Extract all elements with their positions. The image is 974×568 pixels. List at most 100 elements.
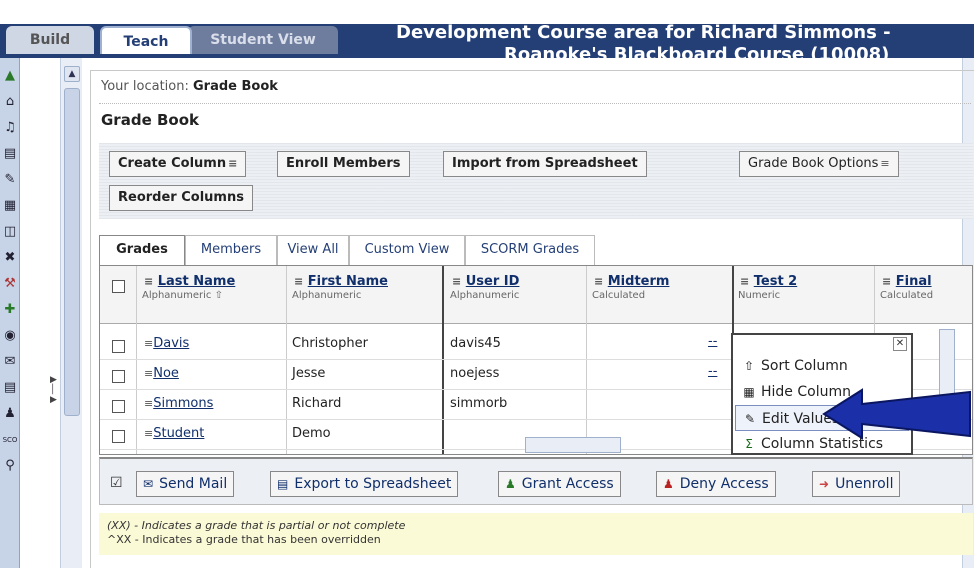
legend-partial: (XX) - Indicates a grade that is partial… [107, 519, 406, 532]
row-checkbox[interactable] [112, 430, 125, 443]
main-content: Your location: Grade Book Grade Book Cre… [90, 70, 974, 568]
top-strip [0, 0, 974, 24]
user-id-cell: davis45 [450, 336, 501, 351]
grade-book-options-button[interactable]: Grade Book Options ≡ [739, 151, 899, 177]
last-name-cell[interactable]: ≡Simmons [142, 396, 213, 411]
mail-icon[interactable]: ✉ [2, 354, 18, 370]
gradebook-toolbar: Create Column ≡ Enroll Members Import fro… [99, 143, 973, 219]
left-scrollbar[interactable]: ▲ [60, 58, 82, 568]
first-name-cell: Jesse [292, 366, 326, 381]
pointer-arrow-icon [822, 388, 971, 440]
deny-access-icon: ♟ [663, 477, 674, 491]
chevron-down-icon: ≡ [740, 275, 750, 288]
column-header-final[interactable]: ≡ Final Calculated [880, 274, 933, 301]
new-item-icon[interactable]: ✚ [2, 302, 18, 318]
discussion-icon[interactable]: ◫ [2, 224, 18, 240]
tab-custom-view[interactable]: Custom View [349, 235, 465, 265]
course-title: Development Course area for Richard Simm… [396, 22, 971, 58]
chevron-down-icon: ≡ [144, 367, 154, 380]
chevron-down-icon: ≡ [880, 157, 890, 170]
chevron-down-icon: ≡ [228, 157, 238, 170]
calendar-icon[interactable]: ▦ [2, 198, 18, 214]
grant-access-icon: ♟ [505, 477, 516, 491]
column-header-midterm[interactable]: ≡ Midterm Calculated [592, 274, 669, 301]
tab-scorm-grades[interactable]: SCORM Grades [465, 235, 595, 265]
user-id-cell: noejess [450, 366, 500, 381]
export-icon: ▤ [277, 477, 289, 491]
grid-horizontal-scrollbar[interactable] [525, 437, 621, 453]
last-name-cell[interactable]: ≡Davis [142, 336, 189, 351]
tab-view-all[interactable]: View All [277, 235, 349, 265]
column-header-test-2[interactable]: ≡ Test 2 Numeric [738, 274, 797, 301]
page-title: Grade Book [101, 111, 199, 129]
row-checkbox[interactable] [112, 340, 125, 353]
legend-overridden: ^XX - Indicates a grade that has been ov… [107, 533, 381, 546]
course-title-line1: Development Course area for Richard Simm… [396, 22, 891, 43]
chevron-down-icon: ≡ [882, 275, 892, 288]
pencil-icon[interactable]: ✎ [2, 172, 18, 188]
panel-resize-handle[interactable]: ▶ │ ▶ [50, 375, 60, 455]
syllabus-icon[interactable]: ▤ [2, 146, 18, 162]
menu-item-sort-column[interactable]: ⇧ Sort Column [735, 353, 909, 379]
chevron-down-icon: ≡ [294, 275, 304, 288]
home-icon[interactable]: ⌂ [2, 94, 18, 110]
midterm-grade-link[interactable]: -- [708, 334, 717, 349]
create-column-button[interactable]: Create Column ≡ [109, 151, 247, 177]
import-spreadsheet-button[interactable]: Import from Spreadsheet [443, 151, 647, 177]
chevron-down-icon: ≡ [144, 427, 154, 440]
people-icon[interactable]: ♟ [2, 406, 18, 422]
scroll-thumb[interactable] [64, 88, 80, 416]
first-name-cell: Demo [292, 426, 331, 441]
column-header-last-name[interactable]: ≡ Last Name Alphanumeric ⇧ [142, 274, 235, 301]
row-checkbox[interactable] [112, 400, 125, 413]
sort-icon: ⇧ [743, 359, 755, 373]
tab-members[interactable]: Members [185, 235, 277, 265]
course-tools-bar: ▲ ⌂ ♫ ▤ ✎ ▦ ◫ ✖ ⚒ ✚ ◉ ✉ ▤ ♟ SCO ⚲ [0, 58, 20, 568]
row-checkbox[interactable] [112, 370, 125, 383]
tab-build[interactable]: Build [6, 26, 94, 54]
grade-legend: (XX) - Indicates a grade that is partial… [99, 513, 973, 555]
tools-icon[interactable]: ⚒ [2, 276, 18, 292]
check-icon: ☑ [110, 475, 123, 491]
tab-student-view[interactable]: Student View [188, 26, 338, 54]
unenroll-button[interactable]: ➜ Unenroll [812, 471, 901, 497]
send-mail-button[interactable]: ✉ Send Mail [136, 471, 235, 497]
chevron-down-icon: ≡ [452, 275, 462, 288]
unenroll-icon: ➜ [819, 477, 830, 491]
midterm-grade-link[interactable]: -- [708, 364, 717, 379]
tab-grades[interactable]: Grades [99, 235, 185, 266]
action-bar: ☑ ✉ Send Mail ▤ Export to Spreadsheet ♟ Gra… [99, 457, 973, 505]
up-circle-icon[interactable]: ▲ [2, 68, 18, 84]
column-header-first-name[interactable]: ≡ First Name Alphanumeric [292, 274, 388, 301]
breadcrumb: Your location: Grade Book [101, 79, 278, 94]
mail-icon: ✉ [143, 477, 154, 491]
chevron-down-icon: ≡ [144, 337, 154, 350]
breadcrumb-current: Grade Book [192, 79, 278, 94]
deny-access-button[interactable]: ♟ Deny Access [656, 471, 776, 497]
scorm-icon[interactable]: SCO [2, 432, 18, 448]
close-icon[interactable]: ✕ [893, 337, 907, 351]
search-icon[interactable]: ⚲ [2, 458, 18, 474]
announcement-icon[interactable]: ♫ [2, 120, 18, 136]
last-name-cell[interactable]: ≡Noe [142, 366, 179, 381]
last-name-cell[interactable]: ≡Student [142, 426, 204, 441]
grant-access-button[interactable]: ♟ Grant Access [498, 471, 621, 497]
divider [99, 103, 971, 104]
pin-icon[interactable]: ✖ [2, 250, 18, 266]
compass-icon[interactable]: ◉ [2, 328, 18, 344]
chevron-down-icon: ≡ [144, 275, 154, 288]
select-all-checkbox[interactable] [112, 280, 125, 293]
column-header-user-id[interactable]: ≡ User ID Alphanumeric [450, 274, 519, 301]
scroll-up-icon[interactable]: ▲ [64, 66, 80, 82]
first-name-cell: Richard [292, 396, 342, 411]
top-bar: Build Student View Teach Development Cou… [0, 0, 974, 58]
enroll-members-button[interactable]: Enroll Members [277, 151, 410, 177]
reorder-columns-button[interactable]: Reorder Columns [109, 185, 253, 211]
export-spreadsheet-button[interactable]: ▤ Export to Spreadsheet [270, 471, 459, 497]
breadcrumb-prefix: Your location: [101, 79, 193, 94]
course-title-line2: Roanoke's Blackboard Course (10008) [504, 44, 890, 58]
document-icon[interactable]: ▤ [2, 380, 18, 396]
tab-teach[interactable]: Teach [100, 26, 192, 54]
chevron-down-icon: ≡ [594, 275, 604, 288]
first-name-cell: Christopher [292, 336, 368, 351]
